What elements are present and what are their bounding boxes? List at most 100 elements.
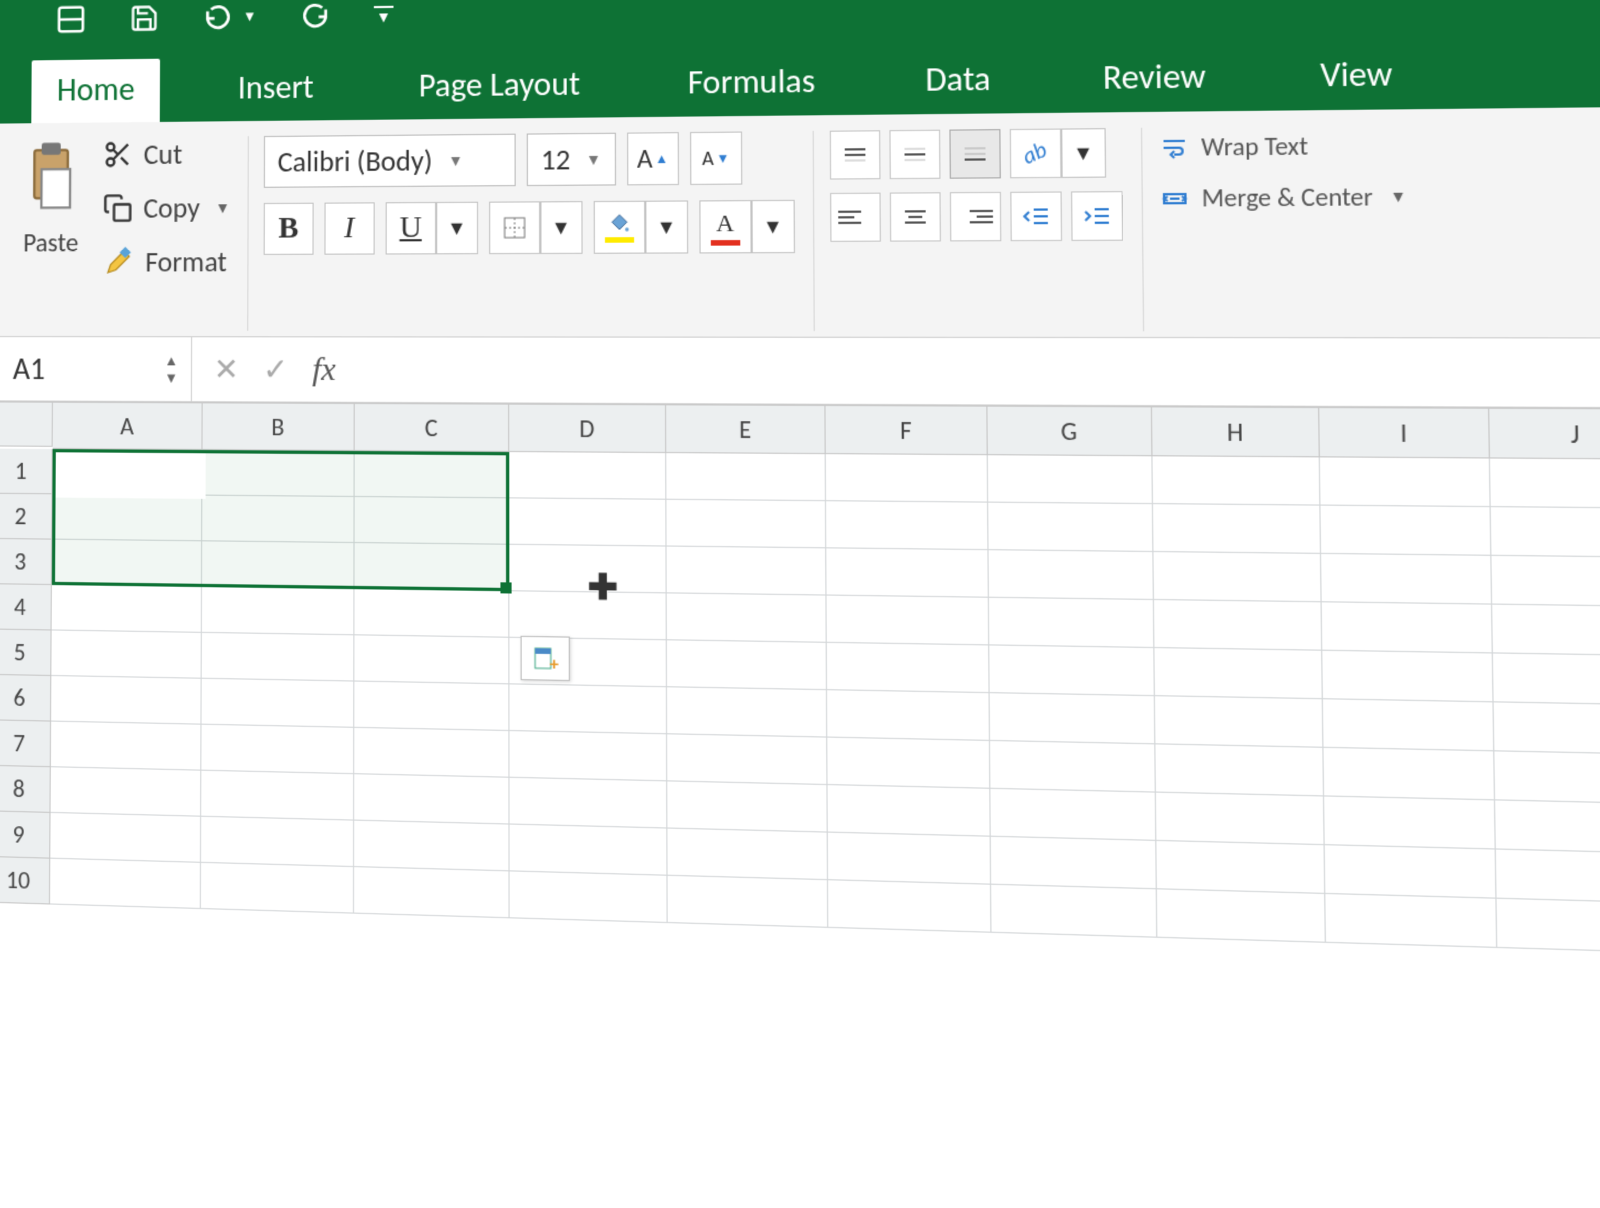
cell[interactable]: [989, 598, 1155, 648]
row-header[interactable]: 8: [0, 766, 51, 813]
cell[interactable]: [354, 589, 509, 638]
underline-dropdown[interactable]: ▼: [436, 202, 478, 255]
cut-button[interactable]: Cut: [103, 136, 230, 171]
tab-insert[interactable]: Insert: [212, 56, 340, 121]
cell[interactable]: [1153, 504, 1321, 554]
column-header[interactable]: F: [826, 406, 988, 454]
undo-icon[interactable]: ▼: [202, 0, 257, 35]
cell[interactable]: [826, 548, 989, 597]
cell[interactable]: [50, 859, 201, 909]
row-header[interactable]: 2: [0, 494, 52, 540]
cell[interactable]: [667, 640, 827, 690]
cell[interactable]: [1494, 751, 1600, 804]
format-painter-button[interactable]: Format: [102, 244, 229, 279]
cell[interactable]: [1155, 744, 1324, 796]
cell[interactable]: [667, 734, 827, 785]
shrink-font-button[interactable]: A▼: [690, 132, 742, 185]
cell[interactable]: [1157, 889, 1326, 943]
row-header[interactable]: 9: [0, 811, 51, 858]
cell[interactable]: [827, 643, 990, 693]
cell[interactable]: [668, 876, 829, 928]
row-header[interactable]: 4: [0, 584, 52, 630]
row-header[interactable]: 3: [0, 539, 52, 585]
cell[interactable]: [827, 596, 990, 646]
column-header[interactable]: G: [987, 407, 1152, 455]
cell[interactable]: [1156, 793, 1325, 846]
cell[interactable]: [1324, 748, 1496, 801]
cell[interactable]: [1490, 459, 1600, 509]
enter-formula-icon[interactable]: ✓: [263, 350, 289, 388]
cell[interactable]: [667, 781, 828, 832]
cell[interactable]: [509, 452, 666, 500]
formula-input[interactable]: [358, 337, 1600, 408]
cell[interactable]: [666, 453, 826, 501]
cell[interactable]: [1497, 899, 1600, 953]
font-color-button[interactable]: A: [699, 200, 751, 253]
cell[interactable]: [509, 731, 667, 781]
cell[interactable]: [354, 821, 509, 872]
row-header[interactable]: 5: [0, 629, 52, 676]
tab-view[interactable]: View: [1291, 42, 1422, 111]
tab-data[interactable]: Data: [897, 47, 1019, 114]
tab-formulas[interactable]: Formulas: [661, 50, 843, 117]
cell[interactable]: [1320, 506, 1491, 556]
cell[interactable]: [354, 543, 509, 591]
cell[interactable]: [52, 540, 202, 587]
cell[interactable]: [201, 771, 354, 821]
column-header[interactable]: C: [355, 404, 510, 451]
cell[interactable]: [1491, 507, 1600, 558]
orientation-dropdown[interactable]: ▼: [1061, 128, 1106, 178]
cell[interactable]: [51, 767, 202, 817]
cell[interactable]: [990, 789, 1156, 841]
cell[interactable]: [828, 833, 991, 885]
align-left-button[interactable]: [830, 193, 881, 242]
cell[interactable]: [991, 837, 1157, 890]
cell[interactable]: [828, 785, 991, 837]
font-size-combo[interactable]: 12 ▼: [526, 133, 615, 186]
font-name-combo[interactable]: Calibri (Body) ▼: [264, 134, 516, 188]
cell[interactable]: [1320, 457, 1491, 507]
cell[interactable]: [667, 687, 827, 737]
cell[interactable]: [354, 682, 509, 731]
cell[interactable]: [1154, 600, 1322, 651]
cell[interactable]: [202, 679, 355, 728]
cell[interactable]: [202, 587, 355, 635]
cell[interactable]: [990, 693, 1156, 744]
cell[interactable]: [509, 498, 666, 546]
cell[interactable]: [510, 825, 668, 876]
cell[interactable]: [1493, 654, 1600, 706]
redo-icon[interactable]: [300, 0, 330, 33]
cell[interactable]: [1491, 556, 1600, 607]
align-center-button[interactable]: [890, 192, 941, 241]
up-arrow-icon[interactable]: ▲: [164, 352, 178, 369]
cell[interactable]: [1496, 850, 1600, 904]
copy-button[interactable]: Copy ▼: [103, 190, 230, 225]
cell[interactable]: [667, 547, 827, 596]
paste-options-button[interactable]: +: [521, 636, 570, 681]
orientation-button[interactable]: ab: [1009, 129, 1061, 179]
grow-font-button[interactable]: A▲: [627, 132, 679, 185]
cell[interactable]: [354, 774, 509, 824]
column-header[interactable]: E: [666, 405, 826, 453]
cell[interactable]: [50, 813, 201, 863]
name-box[interactable]: A1 ▲▼: [0, 337, 192, 401]
tab-page-layout[interactable]: Page Layout: [392, 53, 607, 120]
row-header[interactable]: 7: [0, 720, 51, 767]
cell[interactable]: [1492, 605, 1600, 657]
cell[interactable]: [354, 635, 509, 684]
merge-center-button[interactable]: Merge & Center ▼: [1159, 181, 1407, 213]
cell[interactable]: [826, 501, 989, 550]
row-header[interactable]: 1: [0, 449, 53, 495]
cell[interactable]: [1494, 702, 1600, 755]
cell[interactable]: [988, 503, 1153, 552]
cell[interactable]: [52, 449, 202, 496]
cell[interactable]: [51, 676, 202, 725]
cell[interactable]: [991, 885, 1157, 938]
italic-button[interactable]: I: [324, 202, 374, 254]
bold-button[interactable]: B: [263, 203, 313, 255]
cell[interactable]: [826, 454, 988, 503]
fill-color-button[interactable]: [593, 201, 645, 254]
fx-icon[interactable]: fx: [312, 351, 336, 388]
column-header[interactable]: I: [1319, 408, 1490, 457]
cell[interactable]: [202, 633, 355, 682]
